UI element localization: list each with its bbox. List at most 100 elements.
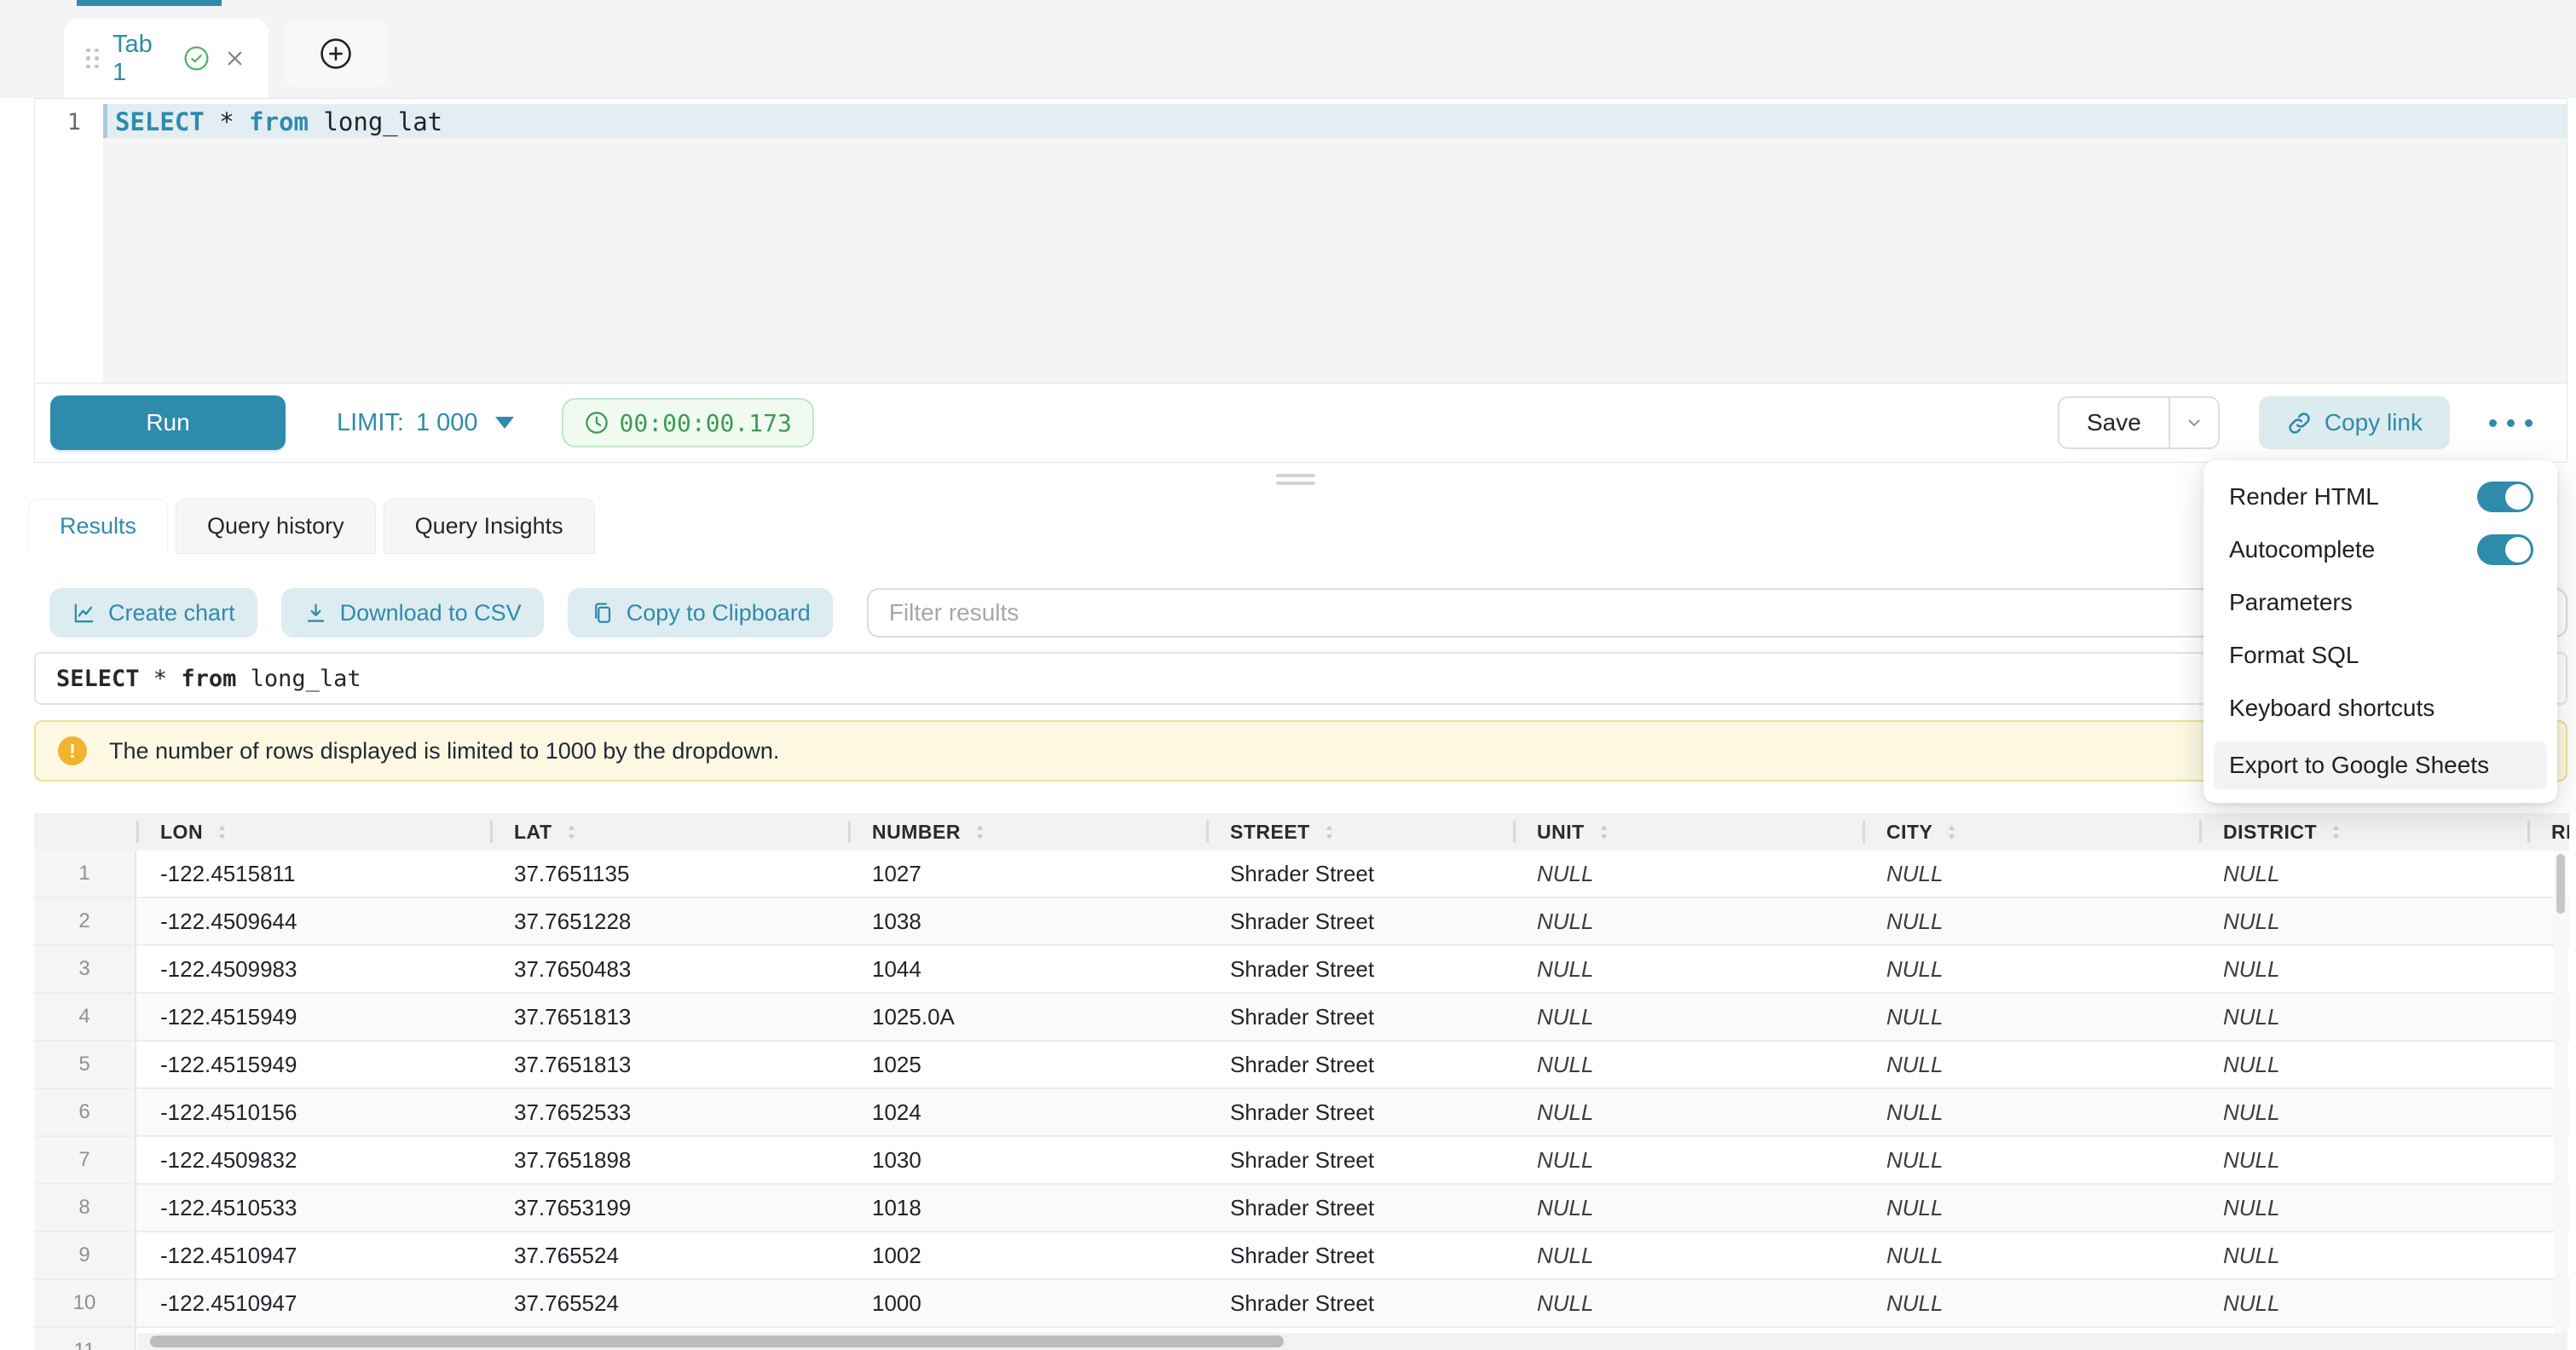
copy-link-button[interactable]: Copy link [2259, 396, 2450, 449]
sort-icon[interactable] [1324, 823, 1335, 841]
cell-number[interactable]: 1044 [848, 946, 1206, 992]
cell-district[interactable]: NULL [2199, 851, 2527, 897]
cell-lat[interactable]: 37.765524 [490, 1280, 848, 1326]
cell-unit[interactable]: NULL [1513, 1137, 1863, 1183]
cell-lat[interactable]: 37.7651813 [490, 994, 848, 1040]
cell-city[interactable]: NULL [1863, 1280, 2199, 1326]
menu-item-autocomplete[interactable]: Autocomplete [2203, 523, 2557, 576]
cell-street[interactable]: Shrader Street [1206, 1137, 1513, 1183]
tab-1[interactable]: Tab 1 [64, 19, 269, 98]
save-options-button[interactable] [2169, 398, 2218, 447]
cell-city[interactable]: NULL [1863, 1232, 2199, 1278]
cell-district[interactable]: NULL [2199, 946, 2527, 992]
cell-lon[interactable]: -122.4515949 [136, 994, 490, 1040]
cell-district[interactable]: NULL [2199, 1232, 2527, 1278]
cell-lat[interactable]: 37.7651135 [490, 851, 848, 897]
cell-lat[interactable]: 37.7653199 [490, 1185, 848, 1231]
cell-district[interactable]: NULL [2199, 1137, 2527, 1183]
cell-lat[interactable]: 37.765524 [490, 1232, 848, 1278]
menu-item-keyboard-shortcuts[interactable]: Keyboard shortcuts [2203, 682, 2557, 735]
cell-street[interactable]: Shrader Street [1206, 898, 1513, 944]
column-header-lat[interactable]: LAT [490, 813, 848, 851]
cell-street[interactable]: Shrader Street [1206, 1185, 1513, 1231]
cell-lon[interactable]: -122.4509644 [136, 898, 490, 944]
cell-unit[interactable]: NULL [1513, 1089, 1863, 1135]
cell-lat[interactable]: 37.7651228 [490, 898, 848, 944]
cell-lon[interactable]: -122.4510947 [136, 1280, 490, 1326]
cell-lon[interactable]: -122.4510947 [136, 1232, 490, 1278]
cell-city[interactable]: NULL [1863, 994, 2199, 1040]
copy-to-clipboard-button[interactable]: Copy to Clipboard [568, 588, 833, 638]
cell-lon[interactable]: -122.4515811 [136, 851, 490, 897]
column-header-number[interactable]: NUMBER [848, 813, 1206, 851]
sort-icon[interactable] [2331, 823, 2342, 841]
cell-city[interactable]: NULL [1863, 946, 2199, 992]
cell-number[interactable]: 1025 [848, 1041, 1206, 1088]
table-row[interactable]: 7 -122.4509832 37.7651898 1030 Shrader S… [34, 1137, 2569, 1185]
cell-city[interactable]: NULL [1863, 1089, 2199, 1135]
download-csv-button[interactable]: Download to CSV [281, 588, 544, 638]
cell-street[interactable]: Shrader Street [1206, 1041, 1513, 1088]
sql-code-line[interactable]: SELECT * from long_lat [115, 107, 442, 136]
tab-drag-handle-icon[interactable] [86, 49, 99, 69]
vertical-scrollbar-track[interactable] [2554, 851, 2567, 1333]
sort-icon[interactable] [1598, 823, 1609, 841]
cell-unit[interactable]: NULL [1513, 1041, 1863, 1088]
sort-icon[interactable] [974, 823, 985, 841]
cell-lon[interactable]: -122.4510156 [136, 1089, 490, 1135]
tab-results[interactable]: Results [28, 499, 168, 554]
cell-lon[interactable]: -122.4509983 [136, 946, 490, 992]
cell-lon[interactable]: -122.4510533 [136, 1185, 490, 1231]
cell-district[interactable]: NULL [2199, 1280, 2527, 1326]
limit-dropdown[interactable]: LIMIT: 1 000 [337, 409, 514, 437]
cell-unit[interactable]: NULL [1513, 898, 1863, 944]
cell-unit[interactable]: NULL [1513, 946, 1863, 992]
cell-district[interactable]: NULL [2199, 898, 2527, 944]
column-header-city[interactable]: CITY [1863, 813, 2199, 851]
table-row[interactable]: 1 -122.4515811 37.7651135 1027 Shrader S… [34, 851, 2569, 898]
column-header-street[interactable]: STREET [1206, 813, 1513, 851]
menu-item-parameters[interactable]: Parameters [2203, 576, 2557, 629]
table-row[interactable]: 2 -122.4509644 37.7651228 1038 Shrader S… [34, 898, 2569, 946]
table-row[interactable]: 9 -122.4510947 37.765524 1002 Shrader St… [34, 1232, 2569, 1280]
table-row[interactable]: 4 -122.4515949 37.7651813 1025.0A Shrade… [34, 994, 2569, 1041]
cell-unit[interactable]: NULL [1513, 1280, 1863, 1326]
sort-icon[interactable] [217, 823, 228, 841]
autocomplete-toggle[interactable] [2477, 534, 2533, 565]
menu-item-export-google-sheets[interactable]: Export to Google Sheets [2214, 741, 2547, 789]
cell-district[interactable]: NULL [2199, 1041, 2527, 1088]
cell-lat[interactable]: 37.7651898 [490, 1137, 848, 1183]
cell-unit[interactable]: NULL [1513, 851, 1863, 897]
cell-number[interactable]: 1027 [848, 851, 1206, 897]
cell-city[interactable]: NULL [1863, 898, 2199, 944]
column-header-district[interactable]: DISTRICT [2199, 813, 2527, 851]
cell-lat[interactable]: 37.7651813 [490, 1041, 848, 1088]
render-html-toggle[interactable] [2477, 482, 2533, 512]
cell-street[interactable]: Shrader Street [1206, 946, 1513, 992]
table-row[interactable]: 10 -122.4510947 37.765524 1000 Shrader S… [34, 1280, 2569, 1328]
cell-lat[interactable]: 37.7650483 [490, 946, 848, 992]
sort-icon[interactable] [566, 823, 577, 841]
horizontal-scrollbar-thumb[interactable] [150, 1336, 1284, 1347]
column-header-re[interactable]: RE [2527, 813, 2569, 851]
vertical-scrollbar-thumb[interactable] [2556, 854, 2565, 914]
cell-street[interactable]: Shrader Street [1206, 851, 1513, 897]
column-header-lon[interactable]: LON [136, 813, 490, 851]
cell-district[interactable]: NULL [2199, 1185, 2527, 1231]
cell-city[interactable]: NULL [1863, 1185, 2199, 1231]
table-row[interactable]: 8 -122.4510533 37.7653199 1018 Shrader S… [34, 1185, 2569, 1232]
cell-unit[interactable]: NULL [1513, 994, 1863, 1040]
cell-number[interactable]: 1030 [848, 1137, 1206, 1183]
cell-number[interactable]: 1038 [848, 898, 1206, 944]
save-button[interactable]: Save [2059, 398, 2169, 447]
cell-city[interactable]: NULL [1863, 851, 2199, 897]
cell-street[interactable]: Shrader Street [1206, 1280, 1513, 1326]
cell-number[interactable]: 1002 [848, 1232, 1206, 1278]
cell-lat[interactable]: 37.7652533 [490, 1089, 848, 1135]
add-tab-button[interactable] [284, 20, 388, 87]
cell-unit[interactable]: NULL [1513, 1232, 1863, 1278]
create-chart-button[interactable]: Create chart [49, 588, 257, 638]
cell-street[interactable]: Shrader Street [1206, 994, 1513, 1040]
cell-city[interactable]: NULL [1863, 1137, 2199, 1183]
tab-query-insights[interactable]: Query Insights [384, 499, 595, 554]
